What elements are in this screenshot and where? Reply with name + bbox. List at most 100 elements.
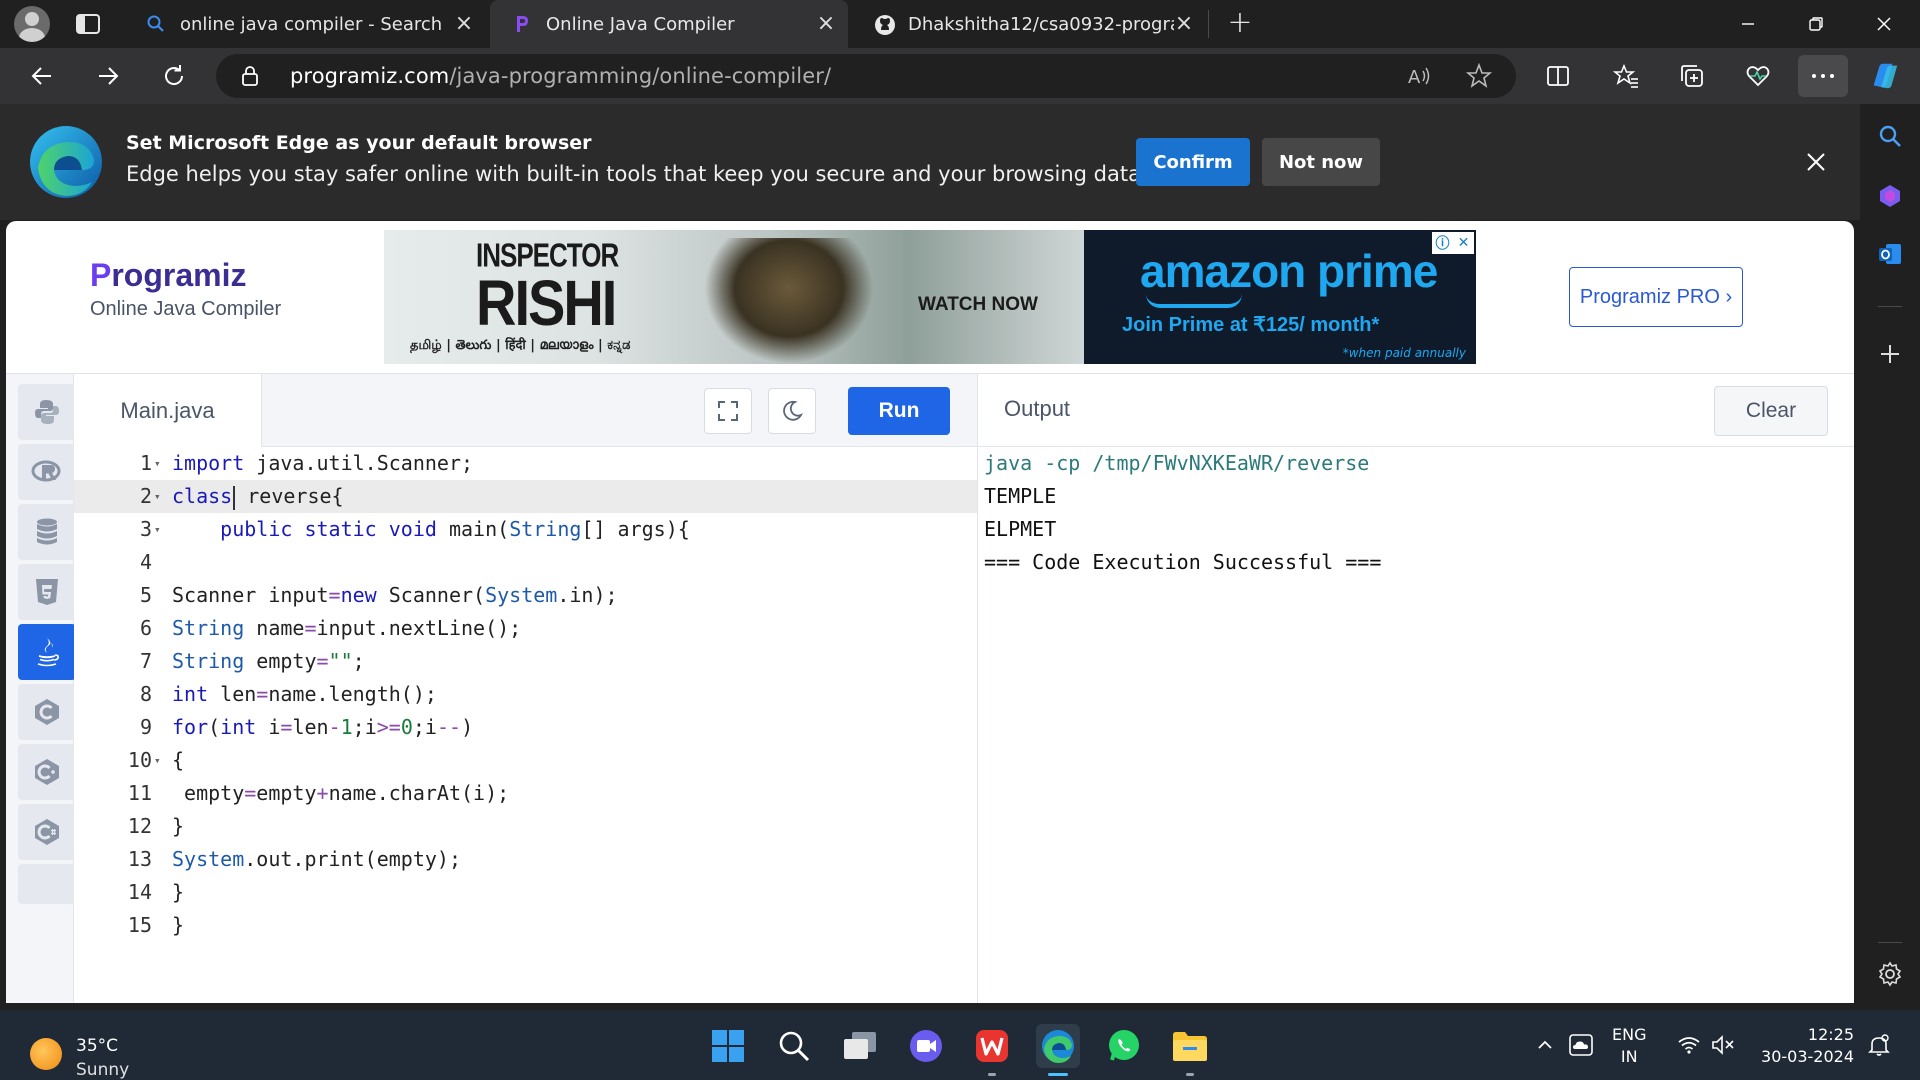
address-bar[interactable]: programiz.com/java-programming/online-co… [216,54,1516,98]
ad-watch-now[interactable]: WATCH NOW [918,294,1038,316]
code-line[interactable]: 6 String name=input.nextLine(); [74,612,978,645]
close-window-button[interactable] [1856,0,1912,48]
favorite-star-icon[interactable] [1466,63,1492,89]
url-text[interactable]: programiz.com/java-programming/online-co… [290,64,831,88]
fullscreen-icon[interactable] [704,388,752,434]
code-line[interactable]: 9 for(int i=len-1;i>=0;i--) [74,711,978,744]
sql-database-icon[interactable] [18,504,76,560]
programiz-pro-button[interactable]: Programiz PRO › [1569,267,1743,327]
tab-actions-icon[interactable] [74,10,102,38]
code-line[interactable]: 2 ▾ class reverse{ [74,480,978,513]
ad-brand-logo: amazon prime [1140,245,1438,297]
sidebar-outlook-icon[interactable] [1876,240,1904,268]
output-line: java -cp /tmp/FWvNXKEaWR/reverse [984,451,1370,475]
close-tab-icon[interactable]: × [454,13,474,35]
close-tab-icon[interactable]: × [1174,13,1194,35]
code-line[interactable]: 5 Scanner input=new Scanner(System.in); [74,579,978,612]
forward-button[interactable] [90,58,126,94]
advertisement-banner[interactable]: INSPECTOR RISHI தமிழ் | తెలుగు | हिंदी |… [384,230,1476,364]
web-page: Programiz Online Java Compiler INSPECTOR… [6,221,1854,1003]
more-languages-icon[interactable] [18,864,76,904]
confirm-button[interactable]: Confirm [1136,138,1250,186]
cpp-language-icon[interactable] [18,744,76,800]
more-options-icon[interactable] [1798,55,1848,97]
minimize-button[interactable] [1720,0,1776,48]
output-console[interactable]: java -cp /tmp/FWvNXKEaWR/reverse TEMPLE … [978,447,1854,1003]
code-line[interactable]: 12} [74,810,978,843]
whatsapp-icon[interactable] [1102,1024,1146,1068]
close-tab-icon[interactable]: × [816,13,836,35]
back-button[interactable] [24,58,60,94]
page-subtitle: Online Java Compiler [90,298,282,320]
read-aloud-icon[interactable]: A [1406,63,1432,89]
sidebar-search-icon[interactable] [1876,122,1904,150]
restore-button[interactable] [1788,0,1844,48]
favorites-icon[interactable] [1610,60,1642,92]
new-tab-button[interactable]: + [1224,8,1256,40]
lock-icon[interactable] [240,65,260,87]
html5-icon[interactable] [18,564,76,620]
profile-avatar[interactable] [14,6,50,42]
output-line: === Code Execution Successful === [984,550,1382,574]
ad-info-icon[interactable]: ⓘ [1432,232,1453,254]
sidebar-add-icon[interactable] [1876,340,1904,368]
chevron-up-icon[interactable] [1532,1032,1558,1058]
not-now-button[interactable]: Not now [1262,138,1380,186]
search-icon[interactable] [772,1024,816,1068]
clear-button[interactable]: Clear [1714,386,1828,436]
programiz-logo[interactable]: Programiz [90,257,281,294]
output-line: ELPMET [984,517,1057,541]
ad-title-main: RISHI [476,266,617,339]
code-line[interactable]: 4 [74,546,978,579]
refresh-button[interactable] [156,58,192,94]
split-screen-icon[interactable] [1542,60,1574,92]
code-line[interactable]: 13 System.out.print(empty); [74,843,978,876]
notifications-icon[interactable] [1866,1032,1892,1058]
edge-sidebar [1860,104,1920,1010]
sun-icon [30,1038,62,1070]
file-tab-main-java[interactable]: Main.java [74,374,262,447]
csharp-language-icon[interactable] [18,804,76,860]
code-editor[interactable]: 1 ▾ import java.util.Scanner; 2 ▾ class reve… [74,447,978,1003]
browser-essentials-icon[interactable] [1742,60,1774,92]
code-line[interactable]: 11 empty=empty+name.charAt(i); [74,777,978,810]
ad-offer: Join Prime at ₹125/ month* [1122,314,1380,336]
code-line[interactable]: 8 int len=name.length(); [74,678,978,711]
code-line[interactable]: 7 String empty=""; [74,645,978,678]
task-view-icon[interactable] [838,1024,882,1068]
search-icon [146,14,166,34]
volume-muted-icon[interactable] [1710,1032,1736,1058]
tab-search[interactable]: online java compiler - Search × [124,0,486,48]
edge-taskbar-icon[interactable] [1036,1024,1080,1076]
onedrive-icon[interactable] [1568,1032,1594,1058]
code-line[interactable]: 1 ▾ import java.util.Scanner; [74,447,978,480]
code-line[interactable]: 10 ▾{ [74,744,978,777]
sidebar-settings-icon[interactable] [1876,960,1904,988]
c-language-icon[interactable] [18,684,76,740]
meet-icon[interactable] [904,1024,948,1068]
wps-office-icon[interactable] [970,1024,1014,1076]
code-line[interactable]: 15} [74,909,978,942]
tab-online-java-compiler[interactable]: Online Java Compiler × [490,0,848,48]
sidebar-copilot-icon[interactable] [1876,182,1904,210]
file-explorer-icon[interactable] [1168,1024,1212,1076]
r-language-icon[interactable] [18,444,76,500]
run-button[interactable]: Run [848,387,950,435]
close-banner-icon[interactable] [1804,150,1828,174]
copilot-icon[interactable] [1868,60,1900,92]
wifi-icon[interactable] [1676,1032,1702,1058]
system-clock[interactable]: 12:25 30-03-2024 [1756,1024,1854,1068]
code-line[interactable]: 14} [74,876,978,909]
tab-github[interactable]: Dhakshitha12/csa0932-programm × [852,0,1206,48]
code-line[interactable]: 3 ▾ public static void main(String[] args… [74,513,978,546]
edge-logo-icon [28,124,104,200]
input-language-indicator[interactable]: ENG IN [1612,1024,1646,1068]
start-icon[interactable] [706,1024,750,1068]
output-title: Output [1004,396,1071,421]
collections-icon[interactable] [1676,60,1708,92]
programiz-brand[interactable]: Programiz Online Java Compiler [90,257,281,321]
ad-close-icon[interactable]: ✕ [1453,232,1474,254]
dark-mode-icon[interactable] [768,388,816,434]
python-icon[interactable] [18,384,76,440]
java-icon[interactable] [18,624,76,680]
